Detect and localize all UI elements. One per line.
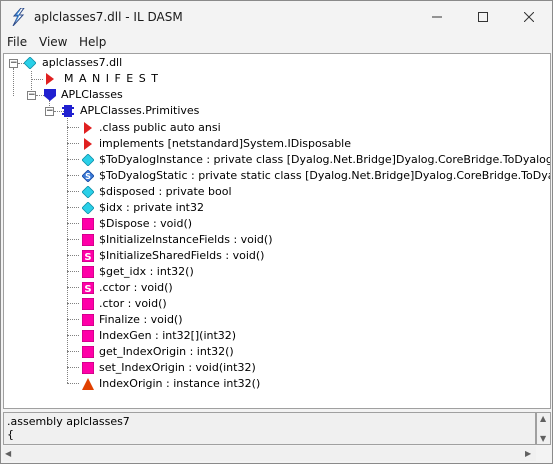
tree-member-label[interactable]: get_IndexOrigin : int32() — [99, 345, 234, 358]
tree-line — [67, 207, 79, 208]
tree-namespace-label[interactable]: APLClasses — [61, 88, 123, 101]
tree-member-label[interactable]: .ctor : void() — [99, 297, 167, 310]
menu-view[interactable]: View — [39, 35, 67, 49]
field-diamond-cyan-icon — [82, 202, 94, 214]
tree-line — [67, 319, 79, 320]
tree-member-label[interactable]: $disposed : private bool — [99, 185, 232, 198]
assembly-diamond-icon — [24, 57, 36, 69]
method-square-magenta-icon — [82, 330, 94, 342]
close-button[interactable] — [506, 1, 552, 33]
title-bar[interactable]: aplclasses7.dll - IL DASM — [1, 1, 552, 33]
tree-manifest-label[interactable]: M A N I F E S T — [64, 72, 159, 85]
static-field-diamond-icon: S — [82, 170, 94, 182]
tree-line — [31, 79, 43, 80]
tree-line — [67, 271, 79, 272]
tree-member-label[interactable]: $ToDyalogStatic : private static class [… — [99, 169, 550, 182]
minimize-icon — [432, 16, 442, 18]
tree-line — [67, 239, 79, 240]
info-line-1: .assembly aplclasses7 — [7, 415, 130, 428]
maximize-icon — [478, 12, 488, 22]
method-square-magenta-icon — [82, 298, 94, 310]
tree-view[interactable]: − aplclasses7.dll M A N I F E S T − APLC… — [3, 53, 551, 409]
tree-line — [67, 287, 79, 288]
class-icon — [62, 105, 74, 117]
namespace-shield-icon — [44, 89, 56, 101]
tree-line — [36, 95, 44, 96]
tree-member-label[interactable]: $get_idx : int32() — [99, 265, 194, 278]
scroll-right-icon[interactable]: ▶ — [525, 449, 531, 458]
tree-line — [67, 159, 79, 160]
window-title: aplclasses7.dll - IL DASM — [34, 10, 183, 24]
method-square-magenta-icon — [82, 266, 94, 278]
tree-line — [67, 127, 79, 128]
collapse-class-expander[interactable]: − — [45, 107, 54, 116]
collapse-namespace-expander[interactable]: − — [27, 91, 36, 100]
tree-root-label[interactable]: aplclasses7.dll — [42, 56, 122, 69]
property-triangle-red-icon — [82, 378, 94, 390]
tree-line — [67, 303, 79, 304]
maximize-button[interactable] — [460, 1, 506, 33]
minimize-button[interactable] — [414, 1, 460, 33]
scroll-up-icon[interactable]: ▲ — [540, 414, 546, 423]
tree-member-label[interactable]: $Dispose : void() — [99, 217, 192, 230]
tree-line — [67, 367, 79, 368]
tree-line — [67, 175, 79, 176]
collapse-root-expander[interactable]: − — [9, 59, 18, 68]
tree-member-label[interactable]: $ToDyalogInstance : private class [Dyalo… — [99, 153, 550, 166]
svg-text:S: S — [84, 284, 91, 294]
info-panel: .assembly aplclasses7 { — [3, 412, 536, 445]
tree-member-label[interactable]: $InitializeInstanceFields : void() — [99, 233, 273, 246]
tree-member-label[interactable]: $InitializeSharedFields : void() — [99, 249, 264, 262]
close-icon — [524, 12, 534, 22]
tree-member-label[interactable]: .cctor : void() — [99, 281, 173, 294]
tree-member-label[interactable]: Finalize : void() — [99, 313, 183, 326]
menu-file[interactable]: File — [7, 35, 27, 49]
tree-member-label[interactable]: IndexGen : int32[](int32) — [99, 329, 236, 342]
ildasm-app-icon — [12, 8, 25, 26]
field-diamond-cyan-icon — [82, 154, 94, 166]
static-method-square-icon: S — [82, 250, 94, 262]
method-square-magenta-icon — [82, 346, 94, 358]
tree-line — [67, 335, 79, 336]
tree-member-label[interactable]: implements [netstandard]System.IDisposab… — [99, 137, 351, 150]
info-horizontal-scrollbar[interactable]: ◀ ▶ — [3, 446, 536, 461]
tree-line — [67, 223, 79, 224]
red-triangle-right-icon — [84, 122, 92, 134]
method-square-magenta-icon — [82, 362, 94, 374]
tree-line — [67, 255, 79, 256]
svg-text:S: S — [85, 172, 91, 181]
tree-line — [13, 68, 14, 96]
tree-line — [67, 116, 68, 383]
field-diamond-cyan-icon — [82, 186, 94, 198]
method-square-magenta-icon — [82, 314, 94, 326]
red-triangle-right-icon — [84, 138, 92, 150]
tree-line — [67, 351, 79, 352]
tree-member-label[interactable]: $idx : private int32 — [99, 201, 204, 214]
tree-line — [67, 191, 79, 192]
tree-line — [67, 143, 79, 144]
info-vertical-scrollbar[interactable]: ▲ ▼ — [536, 412, 551, 445]
manifest-triangle-icon — [46, 73, 54, 85]
menu-bar: File View Help — [1, 33, 552, 52]
menu-help[interactable]: Help — [79, 35, 106, 49]
ildasm-window: aplclasses7.dll - IL DASM File View Help… — [0, 0, 553, 464]
method-square-magenta-icon — [82, 218, 94, 230]
info-line-2: { — [7, 428, 14, 441]
tree-class-label[interactable]: APLClasses.Primitives — [80, 104, 199, 117]
svg-text:S: S — [84, 252, 91, 262]
method-square-magenta-icon — [82, 234, 94, 246]
tree-line — [67, 383, 79, 384]
scroll-down-icon[interactable]: ▼ — [540, 434, 546, 443]
tree-member-label[interactable]: .class public auto ansi — [99, 121, 221, 134]
tree-member-label[interactable]: IndexOrigin : instance int32() — [99, 377, 260, 390]
static-method-square-icon: S — [82, 282, 94, 294]
tree-member-label[interactable]: set_IndexOrigin : void(int32) — [99, 361, 256, 374]
scroll-left-icon[interactable]: ◀ — [5, 449, 11, 458]
